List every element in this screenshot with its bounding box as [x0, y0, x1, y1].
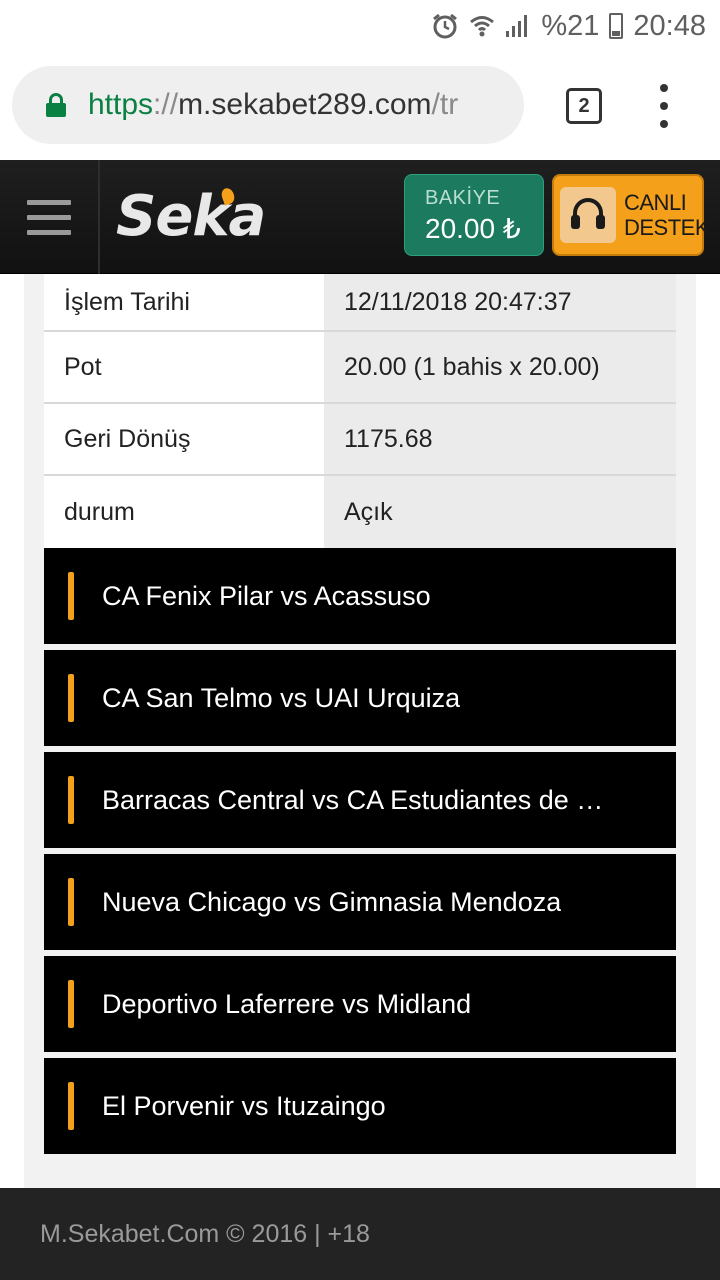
url-path: /tr [431, 88, 459, 121]
detail-row-status: durum Açık [44, 476, 676, 548]
match-label: Nueva Chicago vs Gimnasia Mendoza [102, 886, 562, 917]
balance-button[interactable]: BAKİYE 20.00 ₺ [404, 174, 544, 256]
battery-percent: %21 [541, 9, 600, 42]
site-footer: M.Sekabet.Com © 2016 | +18 [0, 1188, 720, 1280]
hamburger-menu-icon[interactable] [0, 160, 100, 274]
detail-row-return: Geri Dönüş 1175.68 [44, 404, 676, 476]
match-accent-bar [68, 878, 74, 926]
balance-value: 20.00 ₺ [425, 213, 521, 244]
url-scheme: https [88, 88, 154, 121]
battery-icon [609, 13, 624, 39]
match-item[interactable]: Deportivo Laferrere vs Midland [44, 956, 676, 1052]
match-accent-bar [68, 776, 74, 824]
logo-text: Seka [116, 184, 266, 249]
detail-key: İşlem Tarihi [44, 274, 324, 330]
detail-value: Açık [324, 476, 676, 548]
match-item[interactable]: Nueva Chicago vs Gimnasia Mendoza [44, 854, 676, 950]
site-header: Seka BAKİYE 20.00 ₺ CANLI DESTEK [0, 160, 720, 274]
live-support-button[interactable]: CANLI DESTEK [552, 174, 710, 256]
balance-label: BAKİYE [425, 187, 501, 209]
headset-icon [560, 187, 616, 243]
signal-icon [505, 13, 531, 39]
tab-switcher-button[interactable]: 2 [566, 88, 602, 124]
match-label: El Porvenir vs Ituzaingo [102, 1090, 386, 1121]
match-accent-bar [68, 572, 74, 620]
detail-value: 20.00 (1 bahis x 20.00) [324, 332, 676, 402]
url-bar[interactable]: https://m.sekabet289.com/tr [12, 66, 524, 144]
match-accent-bar [68, 1082, 74, 1130]
match-label: Barracas Central vs CA Estudiantes de … [102, 784, 604, 815]
footer-text: M.Sekabet.Com © 2016 | +18 [40, 1219, 370, 1248]
match-label: CA San Telmo vs UAI Urquiza [102, 682, 461, 713]
detail-row-stake: Pot 20.00 (1 bahis x 20.00) [44, 332, 676, 404]
detail-key: durum [44, 476, 324, 548]
clock-time: 20:48 [633, 9, 706, 42]
match-accent-bar [68, 674, 74, 722]
url-host: m.sekabet289.com [178, 88, 432, 121]
live-support-label: CANLI DESTEK [624, 190, 710, 240]
detail-row-date: İşlem Tarihi 12/11/2018 20:47:37 [44, 274, 676, 332]
match-label: Deportivo Laferrere vs Midland [102, 988, 472, 1019]
lock-icon [46, 93, 66, 117]
wifi-icon [469, 13, 495, 39]
url-separator: :// [153, 88, 179, 121]
main-content: İşlem Tarihi 12/11/2018 20:47:37 Pot 20.… [0, 274, 720, 1188]
match-item[interactable]: El Porvenir vs Ituzaingo [44, 1058, 676, 1154]
overflow-menu-icon[interactable] [652, 84, 676, 128]
match-accent-bar [68, 980, 74, 1028]
detail-value: 1175.68 [324, 404, 676, 474]
match-label: CA Fenix Pilar vs Acassuso [102, 580, 431, 611]
bet-details-table: İşlem Tarihi 12/11/2018 20:47:37 Pot 20.… [44, 274, 676, 548]
bet-panel: İşlem Tarihi 12/11/2018 20:47:37 Pot 20.… [24, 274, 696, 1188]
match-item[interactable]: CA San Telmo vs UAI Urquiza [44, 650, 676, 746]
match-item[interactable]: Barracas Central vs CA Estudiantes de … [44, 752, 676, 848]
status-bar: %21 20:48 [0, 0, 720, 52]
detail-value: 12/11/2018 20:47:37 [324, 274, 676, 330]
detail-key: Pot [44, 332, 324, 402]
detail-key: Geri Dönüş [44, 404, 324, 474]
match-list: CA Fenix Pilar vs Acassuso CA San Telmo … [44, 548, 676, 1160]
site-logo[interactable]: Seka [116, 184, 266, 250]
browser-toolbar: https://m.sekabet289.com/tr 2 [0, 52, 720, 160]
alarm-clock-icon [431, 12, 459, 40]
match-item[interactable]: CA Fenix Pilar vs Acassuso [44, 548, 676, 644]
